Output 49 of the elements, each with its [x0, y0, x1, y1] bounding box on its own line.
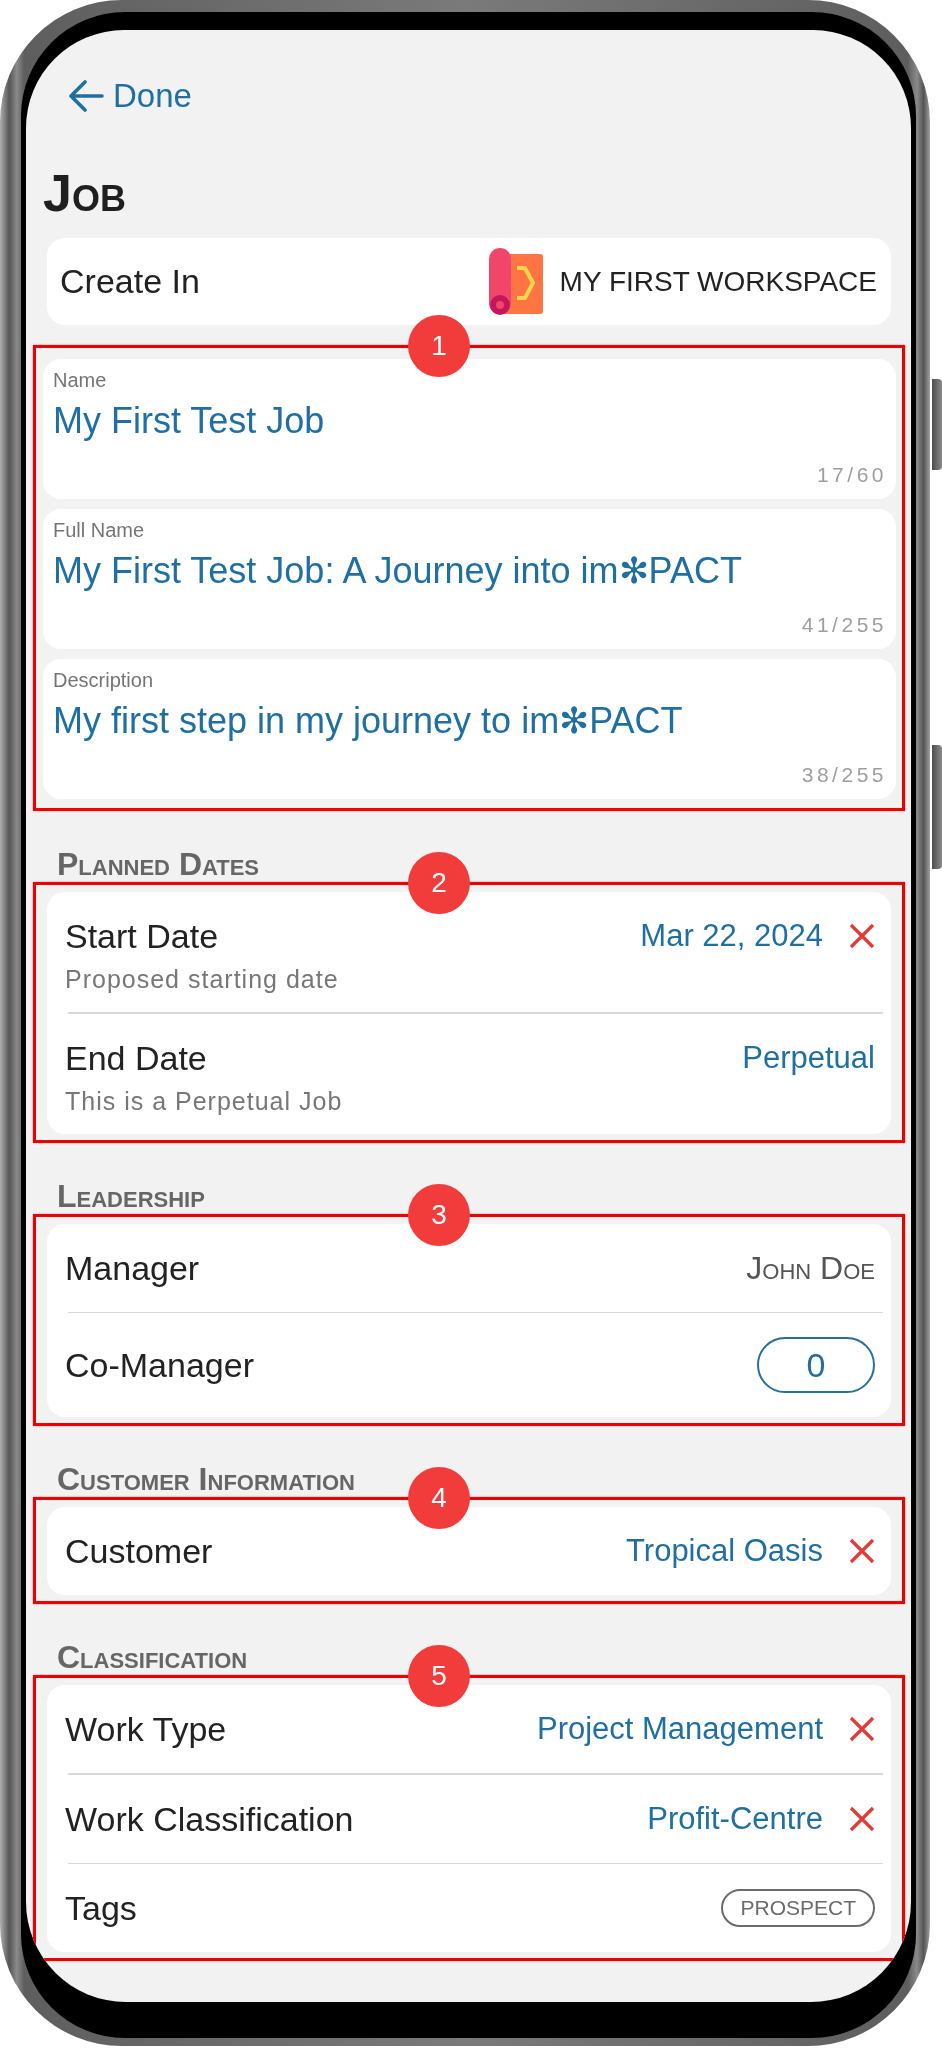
row-label: Manager — [65, 1247, 200, 1288]
field-label: Full Name — [53, 518, 145, 542]
character-counter: 17/60 — [816, 463, 887, 487]
row-label: End Date — [65, 1037, 207, 1078]
row-label: Work Type — [65, 1709, 227, 1749]
text-field[interactable]: Description My first step in my journey to im✻PACT 38/255 — [43, 659, 896, 799]
row-subtitle: Proposed starting date — [65, 964, 339, 994]
callout-badge: 4 — [408, 1467, 470, 1529]
field-value: My First Test Job — [53, 399, 325, 443]
page-title: Job — [43, 163, 126, 223]
side-button[interactable] — [932, 379, 942, 470]
row-value[interactable]: Profit-Centre — [647, 1798, 823, 1839]
row-label: Create In — [60, 262, 200, 301]
person-name[interactable]: John Doe — [746, 1247, 875, 1288]
row-value[interactable]: Mar 22, 2024 — [640, 916, 823, 956]
close-icon[interactable] — [849, 923, 875, 949]
field-value: My First Test Job: A Journey into im✻PACT — [53, 549, 742, 593]
row-label: Work Classification — [65, 1798, 354, 1839]
row-label: Start Date — [65, 916, 219, 956]
field-value: My first step in my journey to im✻PACT — [53, 699, 683, 743]
close-icon[interactable] — [849, 1716, 875, 1742]
section-heading: Leadership — [57, 1177, 205, 1214]
callout-badge: 5 — [408, 1645, 470, 1707]
row-subtitle: This is a Perpetual Job — [65, 1085, 343, 1116]
callout-badge: 2 — [408, 852, 470, 914]
row-label: Co-Manager — [65, 1345, 254, 1385]
count-button[interactable]: 0 — [757, 1337, 875, 1393]
tag-chip: PROSPECT — [721, 1889, 875, 1927]
text-field[interactable]: Full Name My First Test Job: A Journey into im✻PACT 41/255 — [43, 509, 896, 649]
row-label: Tags — [65, 1888, 137, 1928]
section-heading: Planned Dates — [57, 846, 260, 882]
section-heading: Classification — [57, 1639, 248, 1675]
character-counter: 38/255 — [801, 763, 887, 787]
row-label: Customer — [65, 1531, 213, 1571]
row-value[interactable]: Perpetual — [742, 1037, 875, 1078]
text-field[interactable]: Name My First Test Job 17/60 — [43, 359, 896, 499]
close-icon[interactable] — [849, 1805, 875, 1832]
section-heading: Customer Information — [57, 1461, 355, 1497]
close-icon[interactable] — [849, 1538, 875, 1564]
row-value[interactable]: Project Management — [536, 1709, 823, 1749]
field-label: Description — [53, 668, 154, 692]
workspace-name[interactable]: MY FIRST WORKSPACE — [559, 265, 877, 298]
row-value[interactable]: Tropical Oasis — [626, 1531, 823, 1571]
back-button[interactable]: Done — [68, 76, 192, 116]
character-counter: 41/255 — [801, 613, 887, 637]
callout-badge: 3 — [408, 1183, 470, 1246]
side-button[interactable] — [932, 745, 942, 869]
field-label: Name — [53, 368, 107, 392]
back-arrow-icon — [68, 80, 104, 112]
